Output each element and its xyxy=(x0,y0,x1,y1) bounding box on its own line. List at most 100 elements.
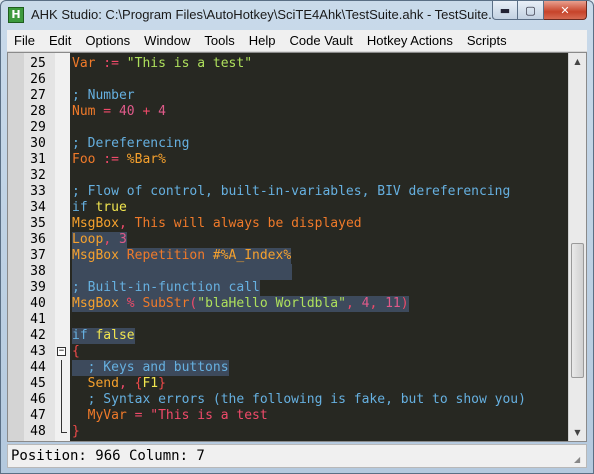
code-line[interactable]: 44 ; Keys and buttons xyxy=(8,360,568,376)
line-number: 37 xyxy=(30,248,46,263)
fold-end-guide xyxy=(61,424,67,433)
code-token: Foo xyxy=(72,152,96,167)
code-text: { xyxy=(72,344,80,360)
code-token: Send xyxy=(72,376,119,391)
code-line[interactable]: 47 MyVar = "This is a test xyxy=(8,408,568,424)
scroll-up-arrow[interactable]: ▲ xyxy=(569,53,586,70)
caption-buttons: ▬ ▢ ✕ xyxy=(492,1,587,21)
code-token: if xyxy=(72,200,88,215)
fold-toggle-icon[interactable]: − xyxy=(57,347,66,356)
code-line[interactable]: 46 ; Syntax errors (the following is fak… xyxy=(8,392,568,408)
menu-tools[interactable]: Tools xyxy=(197,30,241,51)
code-token: , xyxy=(103,232,119,247)
menu-window[interactable]: Window xyxy=(137,30,197,51)
code-token: #%A_Index% xyxy=(212,248,292,263)
code-line[interactable]: 42 if false xyxy=(8,328,568,344)
code-line[interactable]: 27 ; Number xyxy=(8,88,568,104)
maximize-button[interactable]: ▢ xyxy=(518,1,544,20)
code-text: if false xyxy=(72,328,135,344)
line-number: 26 xyxy=(30,72,46,87)
code-text: MsgBox Repetition #%A_Index% xyxy=(72,248,292,264)
line-number: 39 xyxy=(30,280,46,295)
resize-grip-icon[interactable]: ◢ xyxy=(574,455,584,465)
line-number: 41 xyxy=(30,312,46,327)
line-number: 29 xyxy=(30,120,46,135)
line-number: 47 xyxy=(30,408,46,423)
code-token: "This is a test xyxy=(150,408,268,423)
code-text: Send, {F1} xyxy=(72,376,166,392)
code-line[interactable]: 34 if true xyxy=(8,200,568,216)
code-token: true xyxy=(95,200,127,215)
code-text: ; Built-in-function call xyxy=(72,280,260,296)
scroll-thumb[interactable] xyxy=(571,243,584,378)
fold-guide xyxy=(61,360,62,376)
code-token: Num xyxy=(72,104,96,119)
menu-file[interactable]: File xyxy=(7,30,42,51)
menu-hotkey-actions[interactable]: Hotkey Actions xyxy=(360,30,460,51)
code-token: 3 xyxy=(118,232,127,247)
menu-help[interactable]: Help xyxy=(242,30,283,51)
code-text: Foo := %Bar% xyxy=(72,152,166,168)
code-token: This will always be displayed xyxy=(134,216,362,231)
vertical-scrollbar[interactable]: ▲ ▼ xyxy=(568,53,586,441)
code-token: %Bar% xyxy=(126,152,166,167)
menu-options[interactable]: Options xyxy=(78,30,137,51)
scroll-down-arrow[interactable]: ▼ xyxy=(569,424,586,441)
code-line[interactable]: 37 MsgBox Repetition #%A_Index% xyxy=(8,248,568,264)
code-line[interactable]: 28 Num = 40 + 4 xyxy=(8,104,568,120)
line-number: 43 xyxy=(30,344,46,359)
line-number: 40 xyxy=(30,296,46,311)
code-token: MsgBox xyxy=(72,248,119,263)
line-number: 38 xyxy=(30,264,46,279)
minimize-button[interactable]: ▬ xyxy=(492,1,518,20)
menu-edit[interactable]: Edit xyxy=(42,30,78,51)
code-token: + xyxy=(134,104,159,119)
code-token: 40 xyxy=(118,104,135,119)
code-line[interactable]: 30 ; Dereferencing xyxy=(8,136,568,152)
code-line[interactable]: 48} xyxy=(8,424,568,440)
code-line[interactable]: 29 xyxy=(8,120,568,136)
code-line[interactable]: 35 MsgBox, This will always be displayed xyxy=(8,216,568,232)
close-button[interactable]: ✕ xyxy=(544,1,587,20)
menu-scripts[interactable]: Scripts xyxy=(460,30,514,51)
code-lines[interactable]: 25 Var := "This is a test" 26 27 ; Number 28 N… xyxy=(8,56,568,440)
line-number: 28 xyxy=(30,104,46,119)
code-text: ; Flow of control, built-in-variables, B… xyxy=(72,184,510,200)
code-line[interactable]: 32 xyxy=(8,168,568,184)
line-number: 44 xyxy=(30,360,46,375)
code-editor[interactable]: 25 Var := "This is a test" 26 27 ; Number 28 N… xyxy=(7,52,587,442)
code-line[interactable]: 40 MsgBox % SubStr("blaHello Worldbla", 4… xyxy=(8,296,568,312)
app-window: H AHK Studio: C:\Program Files\AutoHotke… xyxy=(0,0,594,474)
line-number: 25 xyxy=(30,56,46,71)
code-line[interactable]: 39 ; Built-in-function call xyxy=(8,280,568,296)
code-text: Loop, 3 xyxy=(72,232,127,248)
line-number: 30 xyxy=(30,136,46,151)
code-line[interactable]: 41 xyxy=(8,312,568,328)
menu-code-vault[interactable]: Code Vault xyxy=(283,30,360,51)
code-text: MsgBox % SubStr("blaHello Worldbla", 4, … xyxy=(72,296,409,312)
code-line[interactable]: 26 xyxy=(8,72,568,88)
fold-guide xyxy=(61,408,62,424)
code-line[interactable]: 31 Foo := %Bar% xyxy=(8,152,568,168)
code-token: Repetition xyxy=(118,248,213,263)
title-bar[interactable]: H AHK Studio: C:\Program Files\AutoHotke… xyxy=(1,1,593,30)
code-text: Var := "This is a test" xyxy=(72,56,252,72)
menu-bar: File Edit Options Window Tools Help Code… xyxy=(7,30,587,52)
line-number: 42 xyxy=(30,328,46,343)
code-line[interactable]: 33 ; Flow of control, built-in-variables,… xyxy=(8,184,568,200)
code-text: if true xyxy=(72,200,127,216)
code-line[interactable]: 38 xyxy=(8,264,568,280)
code-token: F1 xyxy=(142,376,159,391)
code-line[interactable]: 36 Loop, 3 xyxy=(8,232,568,248)
code-text: Num = 40 + 4 xyxy=(72,104,166,120)
status-text: Position: 966 Column: 7 xyxy=(11,448,205,464)
code-line[interactable]: 25 Var := "This is a test" xyxy=(8,56,568,72)
code-text: } xyxy=(72,424,80,440)
code-token: % xyxy=(118,296,143,311)
code-token: := xyxy=(95,152,127,167)
ahk-studio-icon[interactable]: H xyxy=(8,7,24,23)
code-token: false xyxy=(95,328,135,343)
code-text: ; Dereferencing xyxy=(72,136,189,152)
code-line[interactable]: 43 −{ xyxy=(8,344,568,360)
code-line[interactable]: 45 Send, {F1} xyxy=(8,376,568,392)
